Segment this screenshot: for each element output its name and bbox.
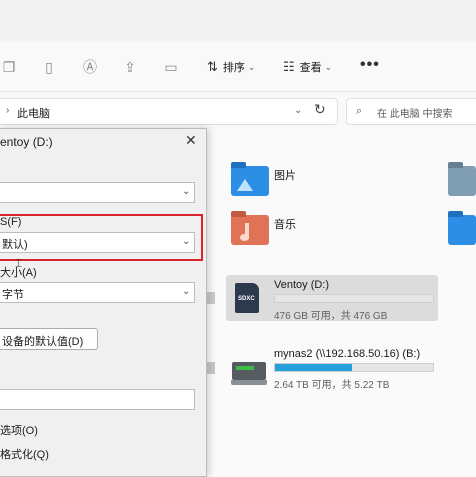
volume-label-input[interactable] bbox=[0, 389, 195, 410]
address-bar[interactable]: › 此电脑 ⌄ bbox=[0, 98, 338, 125]
allocation-unit-select[interactable]: 字节 ⌄ bbox=[0, 282, 195, 303]
music-folder-icon[interactable] bbox=[231, 211, 269, 245]
highlight-annotation bbox=[0, 214, 203, 261]
breadcrumb-this-pc[interactable]: 此电脑 bbox=[17, 105, 50, 121]
sd-card-badge: SDXC bbox=[238, 296, 255, 302]
format-options-label: 选项(O) bbox=[0, 425, 38, 437]
rename-icon[interactable]: Ⓐ bbox=[81, 58, 99, 76]
sort-button[interactable]: ⇅ 排序 ⌄ bbox=[207, 56, 255, 78]
music-folder-label[interactable]: 音乐 bbox=[274, 216, 296, 232]
quick-format-checkbox-label[interactable]: 格式化(Q) bbox=[0, 446, 49, 462]
mynas-capacity-bar bbox=[274, 363, 434, 372]
chevron-down-icon: ⌄ bbox=[182, 186, 191, 197]
documents-folder-icon[interactable] bbox=[448, 162, 476, 196]
copy-icon[interactable]: ❐ bbox=[0, 58, 18, 76]
pictures-folder-label[interactable]: 图片 bbox=[274, 167, 296, 183]
sd-card-icon: SDXC bbox=[235, 283, 259, 313]
close-icon[interactable]: ✕ bbox=[185, 132, 197, 149]
address-history-dropdown-icon[interactable]: ⌄ bbox=[294, 105, 302, 116]
paste-icon[interactable]: ▯ bbox=[40, 58, 58, 76]
network-drive-icon bbox=[231, 362, 267, 385]
sort-label: 排序 bbox=[222, 62, 245, 74]
dialog-title: entoy (D:) bbox=[0, 135, 53, 149]
view-icon: ☷ bbox=[283, 59, 295, 74]
restore-defaults-label: 设备的默认值(D) bbox=[2, 336, 84, 348]
search-placeholder: 在 此电脑 中搜索 bbox=[377, 109, 453, 120]
breadcrumb-chevron-icon[interactable]: › bbox=[6, 105, 9, 116]
delete-icon[interactable]: ▭ bbox=[162, 58, 180, 76]
chevron-down-icon: ⌄ bbox=[324, 61, 333, 72]
mynas-capacity-fill bbox=[275, 364, 353, 371]
downloads-folder-icon[interactable] bbox=[448, 211, 476, 245]
view-button[interactable]: ☷ 查看 ⌄ bbox=[283, 56, 332, 78]
pictures-folder-icon[interactable] bbox=[231, 162, 269, 196]
restore-defaults-button[interactable]: 设备的默认值(D) bbox=[0, 328, 98, 350]
refresh-icon[interactable]: ↻ bbox=[314, 101, 326, 118]
search-icon: ⌕ bbox=[356, 105, 363, 117]
capacity-select[interactable]: ⌄ bbox=[0, 182, 195, 203]
ventoy-capacity-text: 476 GB 可用，共 476 GB bbox=[274, 311, 388, 322]
allocation-unit-label: 大小(A) bbox=[0, 267, 37, 279]
search-input[interactable]: ⌕ 在 此电脑 中搜索 bbox=[346, 98, 476, 125]
ventoy-capacity-bar bbox=[274, 294, 434, 303]
share-icon[interactable]: ⇪ bbox=[121, 58, 139, 76]
view-label: 查看 bbox=[299, 62, 322, 74]
pane-divider-marker bbox=[207, 362, 215, 374]
sort-icon: ⇅ bbox=[207, 59, 218, 74]
mynas-drive-name[interactable]: mynas2 (\\192.168.50.16) (B:) bbox=[274, 348, 420, 360]
chevron-down-icon: ⌄ bbox=[247, 61, 256, 72]
title-bar bbox=[0, 0, 476, 42]
ventoy-drive-name[interactable]: Ventoy (D:) bbox=[274, 279, 329, 291]
mynas-capacity-text: 2.64 TB 可用，共 5.22 TB bbox=[274, 380, 390, 391]
screen: ❐ ▯ Ⓐ ⇪ ▭ ⇅ 排序 ⌄ ☷ 查看 ⌄ ••• › 此电脑 ⌄ ↻ ⌕ … bbox=[0, 0, 476, 477]
more-options-button[interactable]: ••• bbox=[360, 56, 380, 74]
chevron-down-icon: ⌄ bbox=[182, 286, 191, 297]
pane-divider-marker bbox=[207, 292, 215, 304]
allocation-unit-value: 字节 bbox=[2, 289, 24, 301]
